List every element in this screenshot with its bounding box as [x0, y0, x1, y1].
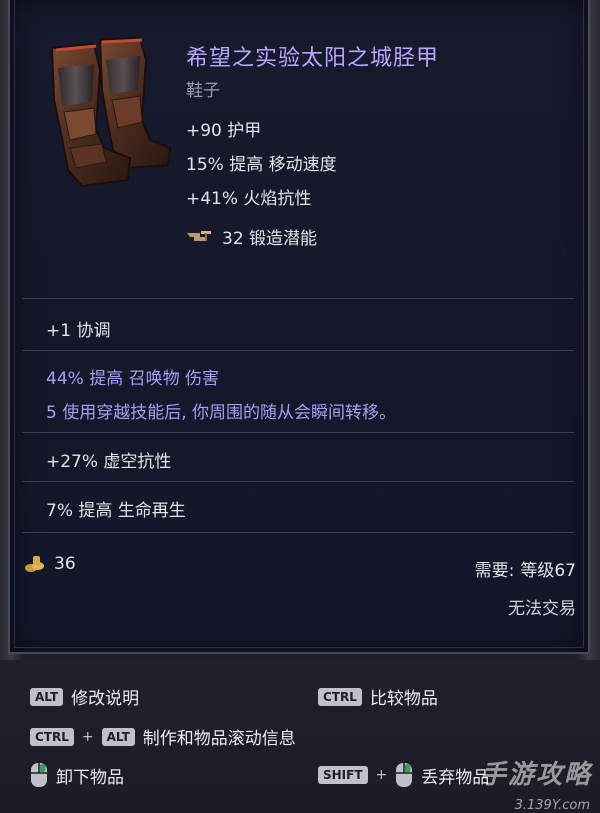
alt-key: ALT — [101, 727, 135, 746]
ctrl-key: CTRL — [318, 687, 362, 706]
hint-unequip[interactable]: 卸下物品 — [30, 762, 124, 788]
stat-move-speed: 15% 提高 移动速度 — [186, 155, 337, 175]
shift-key: SHIFT — [318, 766, 368, 784]
divider — [22, 481, 574, 482]
affix-minion-damage: 44% 提高 召唤物 伤害 — [46, 369, 219, 389]
stat-armor: +90 护甲 — [186, 121, 262, 141]
trade-status: 无法交易 — [508, 599, 576, 619]
affix-minion-teleport: 5 使用穿越技能后, 你周围的随从会瞬间转移。 — [46, 403, 397, 423]
anvil-hammer-icon — [187, 230, 211, 241]
mouse-right-click-icon — [396, 763, 413, 787]
divider — [22, 432, 574, 433]
affix-void-resist: +27% 虚空抗性 — [46, 452, 172, 472]
item-type: 鞋子 — [186, 81, 220, 101]
hint-ctrl-label: 比较物品 — [369, 689, 438, 709]
watermark-url: 3.139Y.com — [514, 798, 590, 813]
stat-fire-resist: +41% 火焰抗性 — [186, 189, 312, 209]
gold-value: 36 — [24, 554, 76, 574]
ctrl-key: CTRL — [30, 727, 74, 746]
forge-potential-text: 32 锻造潜能 — [222, 229, 318, 249]
requirement-label: 需要: — [474, 561, 515, 581]
hint-ctrl[interactable]: CTRL 比较物品 — [318, 684, 438, 709]
affix-coordination: +1 协调 — [46, 321, 111, 341]
level-requirement: 需要: 等级67 — [475, 556, 576, 581]
item-name: 希望之实验太阳之城胫甲 — [186, 46, 440, 71]
mouse-right-click-icon — [31, 763, 47, 787]
alt-key: ALT — [30, 687, 64, 706]
divider-top — [22, 298, 574, 299]
divider — [22, 350, 574, 351]
requirement-value: 等级67 — [520, 561, 576, 581]
hint-combo-label: 制作和物品滚动信息 — [142, 729, 296, 749]
hint-ctrl-alt[interactable]: CTRL + ALT 制作和物品滚动信息 — [30, 724, 296, 749]
plus-icon: + — [81, 728, 94, 745]
hint-alt-label: 修改说明 — [71, 689, 140, 709]
hint-alt[interactable]: ALT 修改说明 — [30, 684, 139, 709]
plus-icon: + — [375, 767, 388, 783]
hint-unequip-label: 卸下物品 — [56, 767, 124, 788]
watermark-logo: 手游攻略 — [479, 760, 592, 790]
forge-potential: 32 锻造潜能 — [186, 224, 317, 249]
hint-drop[interactable]: SHIFT + 丢弃物品 — [318, 762, 489, 788]
gold-coins-icon — [25, 556, 44, 572]
affix-health-regen: 7% 提高 生命再生 — [46, 501, 186, 521]
boots-item-icon — [50, 36, 172, 188]
divider-bottom — [22, 532, 574, 533]
gold-value-text: 36 — [54, 554, 76, 574]
